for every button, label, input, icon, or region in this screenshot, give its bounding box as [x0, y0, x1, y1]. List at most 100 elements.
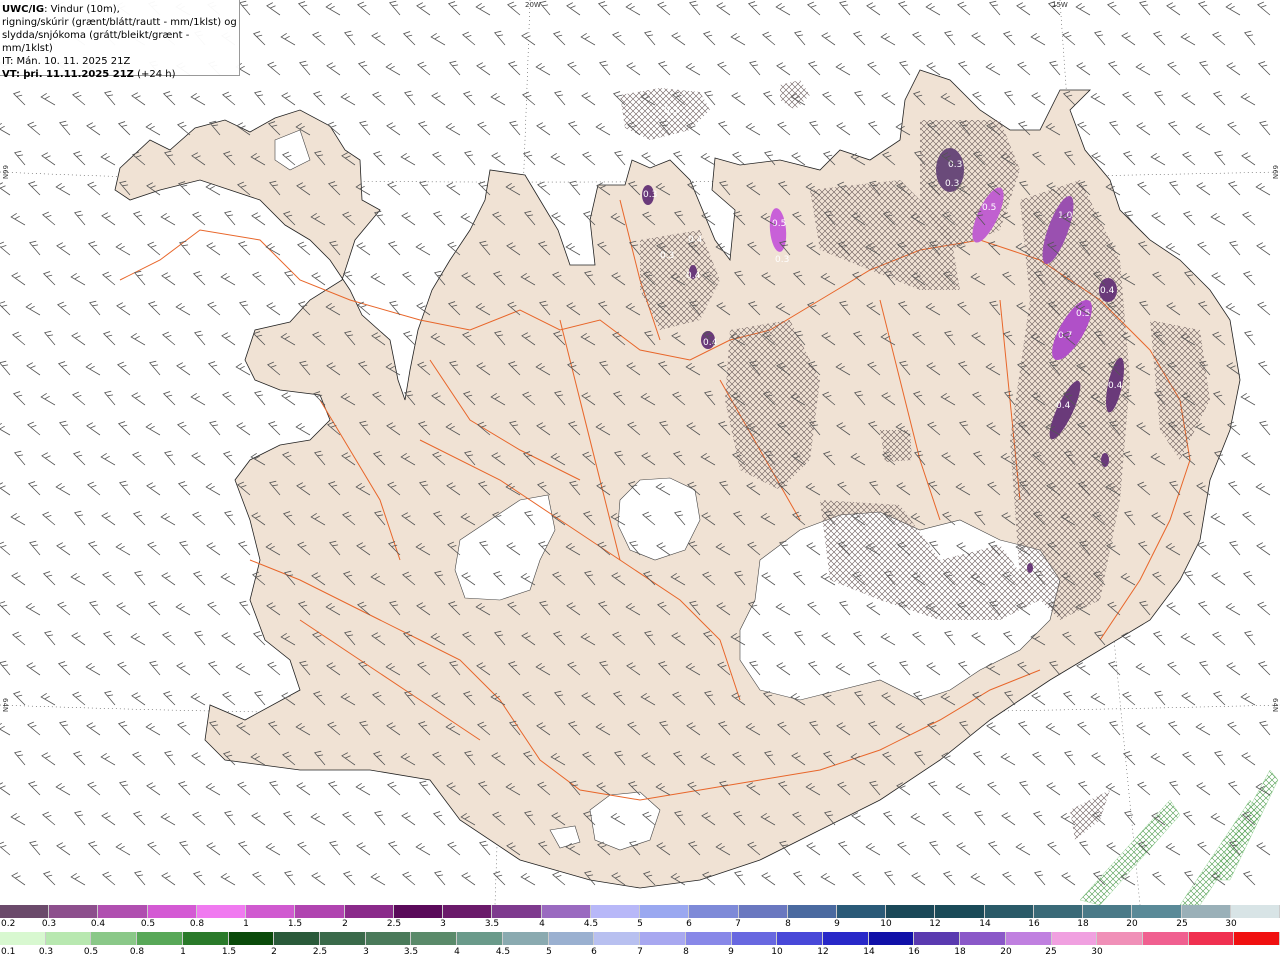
wind-barb [507, 61, 521, 76]
wind-barb [1256, 242, 1271, 256]
wind-barb [268, 780, 281, 796]
wind-barb [506, 1, 521, 16]
wind-barb [145, 722, 161, 736]
wind-barb [147, 301, 161, 316]
wind-barb [1136, 122, 1151, 136]
wind-barb [372, 151, 386, 166]
colorbar-tick-label: 30 [1225, 919, 1237, 929]
wind-barb [808, 120, 821, 136]
colorbar-tick-label: 0.8 [189, 919, 205, 929]
wind-barb [385, 62, 401, 76]
wind-barb [40, 692, 56, 706]
wind-barb [10, 812, 26, 826]
wind-barb [11, 631, 26, 646]
wind-barb [163, 450, 176, 466]
wind-barb [565, 242, 581, 256]
wind-barb [28, 840, 41, 856]
wind-barb [793, 30, 806, 46]
colorbar-swatch [1181, 905, 1231, 918]
wind-barb [431, 151, 446, 166]
wind-barb [806, 1, 821, 16]
wind-barb [1167, 721, 1181, 736]
wind-barb [118, 480, 131, 496]
wind-barb [1257, 361, 1271, 376]
wind-barb [1241, 511, 1256, 526]
wind-barb [1106, 842, 1121, 856]
wind-barb [43, 330, 56, 346]
wind-barb [402, 31, 416, 46]
wind-barb [985, 62, 1001, 76]
wind-barb [1032, 811, 1046, 826]
wind-barb [56, 301, 71, 316]
wind-barb [72, 451, 86, 466]
wind-barb [101, 212, 116, 226]
wind-barb [581, 92, 596, 106]
colorbar-swatch [502, 932, 549, 945]
colorbar-swatch [91, 932, 138, 945]
wind-barb [703, 90, 716, 106]
wind-barb [370, 872, 386, 886]
lon-label-15w: 15W [1052, 1, 1068, 9]
wind-barb [206, 842, 221, 856]
wind-barb [355, 782, 371, 796]
wind-barb [1227, 181, 1241, 196]
wind-barb [41, 511, 56, 526]
wind-barb [851, 871, 866, 886]
wind-barb [266, 61, 281, 76]
colorbar-tick-label: 0.5 [140, 919, 156, 929]
colorbar-tick-label: 3.5 [403, 947, 419, 957]
colorbar-tick-label: 25 [1176, 919, 1188, 929]
colorbar-swatch [689, 905, 739, 918]
colorbar-swatch [1188, 932, 1235, 945]
wind-barb [927, 781, 941, 796]
wind-barb [1166, 2, 1181, 16]
wind-barb [190, 692, 206, 706]
colorbar-swatch [822, 932, 869, 945]
weather-map-view: 0.3 0.3 0.3 0.3 0.5 0.5 1.0 0.4 0.7 0.5 … [0, 0, 1280, 960]
wind-barb [42, 871, 56, 886]
wind-barb [401, 812, 416, 826]
lat-label-64n-left: 64N [1, 698, 9, 713]
colorbar-tick-label: 8 [785, 919, 791, 929]
wind-barb [13, 150, 26, 166]
wind-barb [430, 32, 446, 46]
wind-barb [1182, 211, 1196, 226]
wind-barb [220, 272, 236, 286]
wind-barb [101, 271, 116, 286]
wind-barb [86, 481, 101, 496]
wind-barb [87, 841, 101, 856]
wind-barb [251, 271, 266, 286]
wind-barb [566, 2, 581, 16]
wind-barb [1226, 62, 1241, 76]
precip-label: 0.3 [775, 255, 789, 265]
colorbar-swatch [49, 905, 99, 918]
wind-barb [161, 572, 176, 586]
wind-barb [221, 391, 236, 406]
wind-barb [193, 630, 206, 646]
colorbar-swatch [886, 905, 936, 918]
colorbar-tick-label: 8 [683, 947, 689, 957]
wind-barb [972, 751, 986, 766]
wind-barb [386, 781, 401, 796]
wind-barb [716, 61, 731, 76]
wind-barb [131, 92, 146, 106]
wind-barb [447, 1, 461, 16]
wind-barb [235, 662, 251, 676]
wind-barb [160, 812, 176, 826]
valid-time-offset: (+24 h) [137, 69, 176, 80]
init-time: IT: Mán. 10. 11. 2025 21Z [2, 56, 131, 67]
colorbar-swatch [147, 905, 197, 918]
wind-barb [72, 751, 86, 766]
wind-barb [56, 242, 71, 256]
wind-barb [836, 122, 851, 136]
wind-barb [988, 0, 1001, 16]
wind-barb [161, 631, 176, 646]
wind-barb [1166, 661, 1181, 676]
wind-barb [13, 450, 26, 466]
wind-barb [1256, 301, 1271, 316]
wind-barb [463, 150, 476, 166]
wind-barb [625, 2, 641, 16]
wind-barb [1241, 152, 1256, 166]
wind-barb [1016, 2, 1031, 16]
wind-barb [433, 870, 446, 886]
